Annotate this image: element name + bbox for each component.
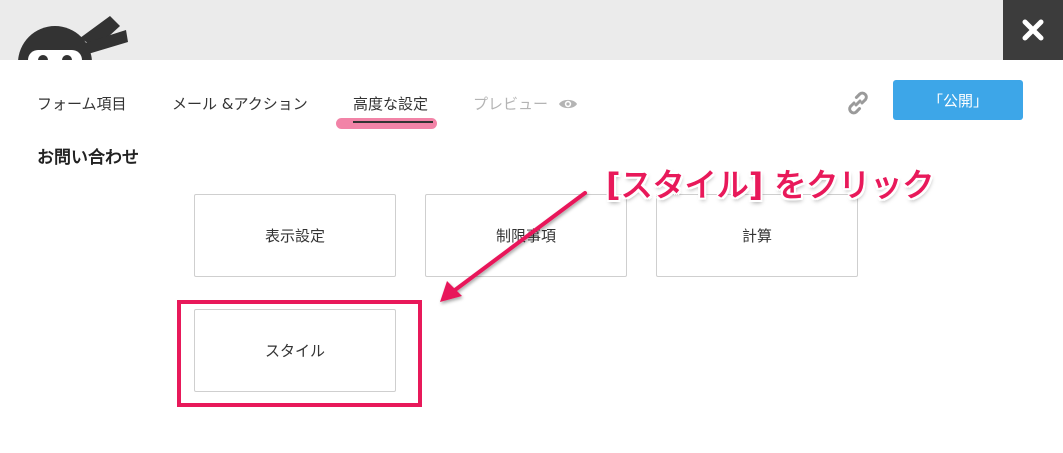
eye-icon	[559, 99, 578, 109]
annotation-callout: [スタイル] をクリック	[606, 166, 935, 204]
tab-email-actions[interactable]: メール &アクション	[172, 94, 308, 114]
close-button[interactable]	[1003, 0, 1063, 60]
tab-preview[interactable]: プレビュー	[473, 94, 578, 114]
active-tab-highlight	[336, 118, 437, 129]
form-title: お問い合わせ	[37, 148, 139, 168]
calculations-card[interactable]: 計算	[656, 194, 858, 277]
ninja-logo-icon	[18, 8, 138, 60]
link-icon[interactable]	[845, 90, 871, 120]
style-card-highlight-box	[177, 300, 422, 407]
display-settings-card[interactable]: 表示設定	[194, 194, 396, 277]
tab-preview-label: プレビュー	[473, 95, 549, 113]
top-bar	[0, 0, 1063, 60]
close-icon	[1022, 19, 1044, 41]
tab-advanced-settings[interactable]: 高度な設定	[353, 94, 428, 114]
tab-form-fields[interactable]: フォーム項目	[37, 94, 127, 114]
active-tab-underline	[353, 121, 433, 123]
publish-button[interactable]: 「公開」	[893, 80, 1023, 120]
restrictions-card[interactable]: 制限事項	[425, 194, 627, 277]
